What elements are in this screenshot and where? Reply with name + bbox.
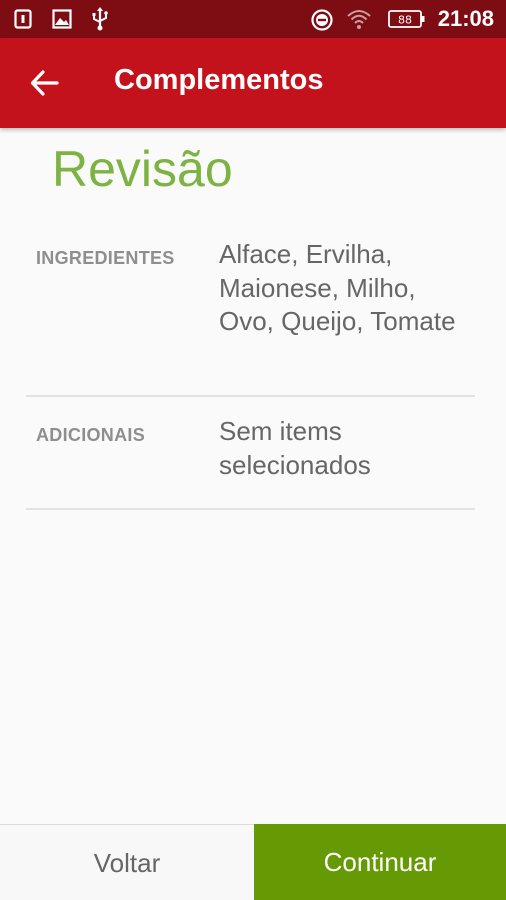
review-row-label: INGREDIENTES (36, 248, 175, 268)
svg-text:88: 88 (398, 14, 412, 27)
page-title: Complementos (114, 64, 324, 96)
usb-icon (90, 7, 110, 36)
do-not-disturb-icon (311, 9, 333, 36)
sim-icon (14, 9, 32, 34)
image-icon (52, 9, 72, 34)
review-row-value: Alface, Ervilha, Maionese, Milho, Ovo, Q… (219, 239, 456, 336)
review-row-label: ADICIONAIS (36, 425, 146, 445)
continue-button[interactable]: Continuar (254, 824, 506, 900)
review-row-value: Sem items selecionados (219, 416, 371, 480)
bottom-action-bar: Voltar Continuar (0, 824, 506, 900)
battery-icon: 88 (388, 9, 426, 34)
review-title: Revisão (52, 141, 233, 197)
clock: 21:08 (437, 6, 494, 31)
status-bar: 88 21:08 (0, 0, 506, 38)
review-row-ingredients: INGREDIENTES Alface, Ervilha, Maionese, … (26, 220, 475, 397)
arrow-back-icon[interactable] (28, 66, 62, 100)
back-button[interactable]: Voltar (0, 824, 254, 900)
review-row-adicionais: ADICIONAIS Sem items selecionados (26, 397, 475, 510)
wifi-icon (346, 8, 372, 35)
app-bar: Complementos (0, 38, 506, 128)
